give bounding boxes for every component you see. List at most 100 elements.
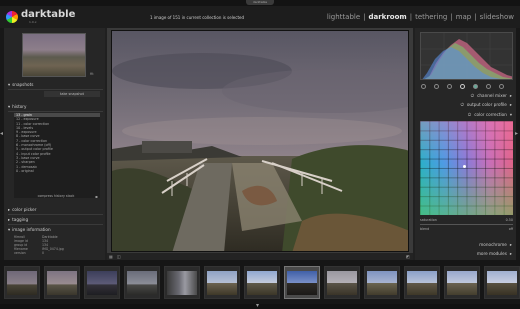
view-map[interactable]: map [456, 13, 472, 21]
darktable-logo-icon [6, 11, 18, 23]
filmstrip-thumbnail[interactable] [364, 266, 400, 299]
zoom-level[interactable]: fit [90, 72, 94, 76]
view-separator: | [474, 13, 477, 21]
history-item[interactable]: 0 - original [14, 169, 100, 173]
module-group-icon[interactable] [486, 84, 491, 89]
triangle-down-icon[interactable]: ▾ [256, 302, 259, 309]
filmstrip-thumbnail[interactable] [84, 266, 120, 299]
view-tethering[interactable]: tethering [415, 13, 447, 21]
thumbnail-image [287, 271, 317, 295]
color-correction-grid[interactable] [420, 121, 513, 215]
thumbnail-image [47, 271, 77, 295]
divider [8, 89, 103, 90]
thumbnail-image [487, 271, 517, 295]
module-group-icon[interactable] [447, 84, 452, 89]
center-toolbar [107, 253, 413, 260]
triangle-left-icon[interactable]: ◂ [0, 130, 3, 137]
history-title: history [12, 104, 27, 109]
edited-photo[interactable] [111, 30, 409, 252]
filmstrip-thumbnail[interactable] [124, 266, 160, 299]
module-group-icon[interactable] [473, 84, 478, 89]
module-group-icon[interactable] [434, 84, 439, 89]
image-information-header[interactable]: ▾ image information [8, 227, 51, 232]
trash-icon[interactable]: ▪ [95, 194, 98, 199]
right-panel-toggle-strip[interactable] [516, 28, 520, 260]
thumbnail-image [407, 271, 437, 295]
filmstrip-thumbnail[interactable] [4, 266, 40, 299]
color-correction-handle[interactable] [463, 165, 466, 168]
saturation-slider[interactable]: saturation 0.50 [420, 218, 513, 222]
thumbnail-image [327, 271, 357, 295]
thumbnail-image [447, 271, 477, 295]
snapshots-title: snapshots [12, 82, 34, 87]
app-version: 1.0.x [29, 20, 37, 24]
darktable-window: darktable darktable 1.0.x 1 image of 151… [0, 0, 520, 309]
module-group-icon[interactable] [460, 84, 465, 89]
bottom-bar [0, 304, 520, 309]
slider-track[interactable] [420, 224, 513, 225]
styles-icon[interactable]: ▦ [109, 254, 113, 259]
blend-dropdown[interactable]: blend off [420, 227, 513, 231]
filmstrip-thumbnail[interactable] [484, 266, 520, 299]
view-slideshow[interactable]: slideshow [480, 13, 514, 21]
overexposure-icon[interactable]: ◫ [117, 254, 121, 259]
divider [8, 214, 103, 215]
softproof-icon[interactable]: ◩ [406, 254, 410, 259]
triangle-right-icon[interactable]: ▸ [515, 130, 518, 137]
divider [8, 111, 103, 112]
navigation-thumbnail[interactable] [22, 33, 86, 77]
module-channel-mixer[interactable]: ⏻ channel mixer ▸ [471, 93, 512, 98]
module-group-icon[interactable] [499, 84, 504, 89]
module-output-color-profile[interactable]: ⏻ output color profile ▸ [461, 102, 512, 107]
filmstrip-thumbnail[interactable] [284, 266, 320, 299]
power-icon[interactable]: ⏻ [468, 112, 471, 117]
module-color-correction[interactable]: ⏻ color correction ▾ [468, 112, 512, 117]
power-icon[interactable]: ⏻ [471, 93, 474, 98]
filmstrip-thumbnail[interactable] [204, 266, 240, 299]
thumbnail-image [167, 271, 197, 295]
view-darkroom[interactable]: darkroom [369, 13, 407, 21]
snapshots-header[interactable]: ▾ snapshots [8, 82, 33, 87]
compress-history-button[interactable]: compress history stack [26, 194, 86, 199]
module-monochrome[interactable]: monochrome ▸ [479, 242, 512, 247]
take-snapshot-button[interactable]: take snapshot [44, 91, 100, 97]
view-separator: | [409, 13, 413, 21]
thumbnail-image [207, 271, 237, 295]
thumbnail-image [127, 271, 157, 295]
filmstrip-thumbnail[interactable] [44, 266, 80, 299]
history-list: 13 - grain 12 - exposure 11 - color corr… [14, 113, 100, 198]
filmstrip-thumbnail[interactable] [244, 266, 280, 299]
info-row: version 0 [14, 251, 45, 255]
status-text: 1 image of 151 in current collection is … [150, 15, 245, 20]
image-information-title: image information [12, 227, 51, 232]
module-group-icon[interactable] [421, 84, 426, 89]
filmstrip-thumbnail[interactable] [324, 266, 360, 299]
triangle-down-icon: ▾ [8, 104, 11, 109]
view-switcher: lighttable | darkroom | tethering | map … [327, 13, 514, 21]
triangle-right-icon: ▸ [509, 102, 512, 107]
window-tab[interactable]: darktable [246, 0, 274, 5]
photo-image [112, 31, 408, 251]
history-header[interactable]: ▾ history [8, 104, 27, 109]
triangle-right-icon: ▸ [8, 207, 11, 212]
triangle-down-icon: ▾ [509, 112, 512, 117]
thumbnail-image [87, 271, 117, 295]
filmstrip-thumbnail[interactable] [404, 266, 440, 299]
filmstrip-thumbnail[interactable] [444, 266, 480, 299]
tagging-title: tagging [12, 217, 29, 222]
app-name: darktable [21, 9, 76, 20]
triangle-down-icon: ▾ [8, 82, 11, 87]
power-icon[interactable]: ⏻ [461, 102, 464, 107]
view-lighttable[interactable]: lighttable [327, 13, 360, 21]
view-separator: | [450, 13, 453, 21]
thumbnail-image [367, 271, 397, 295]
thumbnail-image [247, 271, 277, 295]
color-picker-header[interactable]: ▸ color picker [8, 207, 36, 212]
thumbnail-image [7, 271, 37, 295]
tagging-header[interactable]: ▸ tagging [8, 217, 28, 222]
view-separator: | [363, 13, 366, 21]
more-modules[interactable]: more modules ▸ [477, 251, 512, 256]
triangle-down-icon: ▾ [8, 227, 11, 232]
triangle-right-icon: ▸ [509, 93, 512, 98]
filmstrip-thumbnail[interactable] [164, 266, 200, 299]
